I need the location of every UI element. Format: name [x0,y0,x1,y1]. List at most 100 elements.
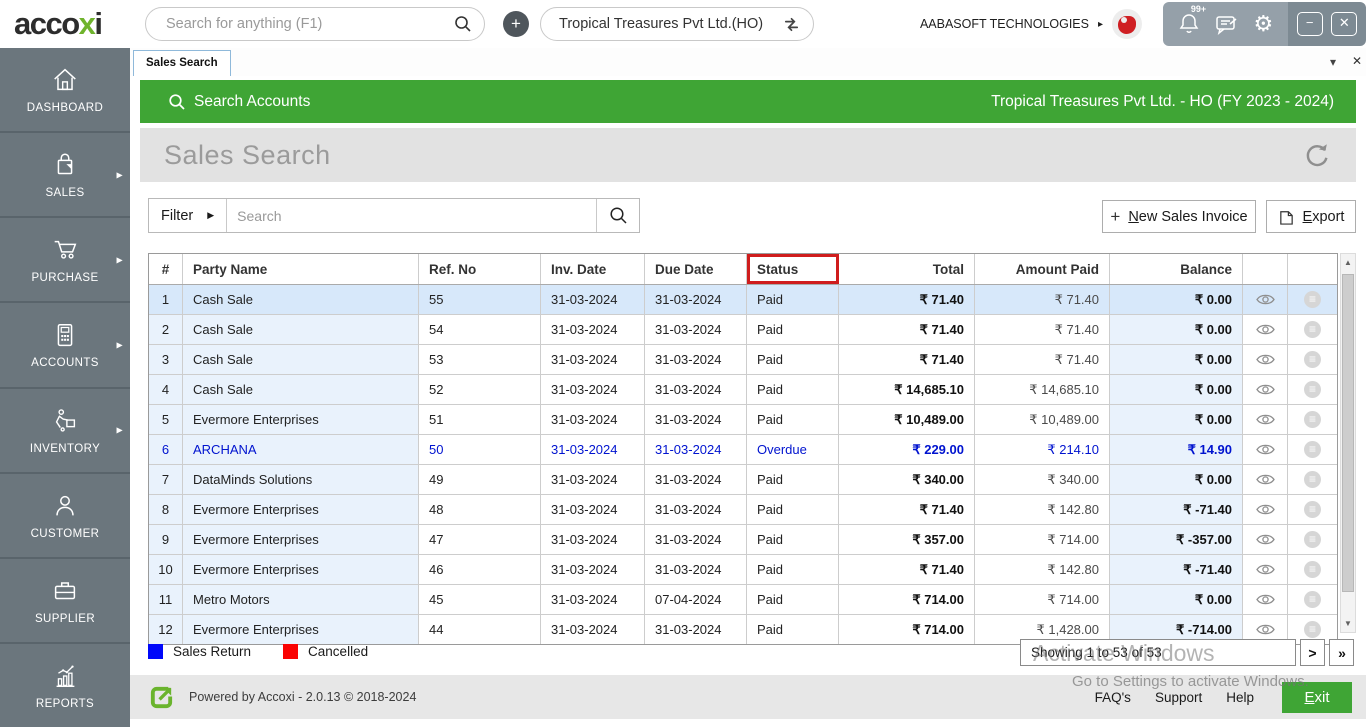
scrollbar-thumb[interactable] [1342,274,1354,592]
view-invoice-icon[interactable] [1256,443,1275,456]
view-invoice-icon[interactable] [1256,473,1275,486]
sidebar-item-inventory[interactable]: INVENTORY ▶ [0,389,130,474]
sidebar-item-dashboard[interactable]: DASHBOARD [0,48,130,133]
help-link[interactable]: Help [1226,690,1254,705]
table-vertical-scrollbar[interactable]: ▲ ▼ [1340,253,1356,633]
new-sales-invoice-button[interactable]: + New Sales Invoice [1102,200,1256,233]
sidebar-item-label: CUSTOMER [31,528,100,540]
notifications-button[interactable]: 99+ [1178,12,1200,36]
view-invoice-icon[interactable] [1256,293,1275,306]
scroll-up-icon[interactable]: ▲ [1341,254,1355,271]
filter-label[interactable]: Filter [149,208,207,224]
close-button[interactable]: ✕ [1331,12,1357,36]
view-invoice-icon[interactable] [1256,413,1275,426]
column-header-status-highlighted[interactable]: Status [747,254,839,284]
view-invoice-icon[interactable] [1256,503,1275,516]
table-row[interactable]: 7 DataMinds Solutions 49 31-03-2024 31-0… [149,465,1337,495]
row-menu-icon[interactable]: ≡ [1304,471,1321,488]
table-search-input[interactable] [227,208,596,224]
table-row[interactable]: 2 Cash Sale 54 31-03-2024 31-03-2024 Pai… [149,315,1337,345]
scroll-down-icon[interactable]: ▼ [1341,615,1355,632]
chart-icon [48,661,82,691]
column-header-due-date[interactable]: Due Date [645,254,747,284]
sidebar-item-purchase[interactable]: PURCHASE ▶ [0,218,130,303]
view-invoice-icon[interactable] [1256,533,1275,546]
switch-company-icon[interactable] [782,15,801,34]
quick-add-button[interactable]: + [503,11,529,37]
export-button[interactable]: Export [1266,200,1356,233]
row-menu-icon[interactable]: ≡ [1304,321,1321,338]
row-menu-icon[interactable]: ≡ [1304,591,1321,608]
faq-link[interactable]: FAQ's [1095,690,1131,705]
global-search-input[interactable] [164,15,454,33]
column-header-total[interactable]: Total [839,254,975,284]
cell-balance: ₹ 0.00 [1110,315,1243,344]
cell-party-name: Metro Motors [183,585,419,614]
cell-inv-date: 31-03-2024 [541,555,645,584]
table-row[interactable]: 4 Cash Sale 52 31-03-2024 31-03-2024 Pai… [149,375,1337,405]
tab-close-icon[interactable]: ✕ [1352,54,1362,68]
minimize-button[interactable]: − [1297,12,1323,36]
cell-party-name: Cash Sale [183,345,419,374]
company-selector[interactable]: Tropical Treasures Pvt Ltd.(HO) [540,7,814,41]
column-header-ref-no[interactable]: Ref. No [419,254,541,284]
exit-button[interactable]: Exit [1282,682,1352,713]
view-invoice-icon[interactable] [1256,323,1275,336]
sidebar-item-supplier[interactable]: SUPPLIER [0,559,130,644]
column-header-balance[interactable]: Balance [1110,254,1243,284]
row-menu-icon[interactable]: ≡ [1304,381,1321,398]
cell-status: Paid [747,345,839,374]
tab-sales-search[interactable]: Sales Search [133,50,231,76]
sidebar-item-reports[interactable]: REPORTS [0,644,130,727]
row-menu-icon[interactable]: ≡ [1304,621,1321,638]
account-menu[interactable]: AABASOFT TECHNOLOGIES ▸ [920,0,1142,48]
cell-status: Paid [747,285,839,314]
table-row[interactable]: 5 Evermore Enterprises 51 31-03-2024 31-… [149,405,1337,435]
cell-amount-paid: ₹ 714.00 [975,525,1110,554]
refresh-icon[interactable] [1302,140,1332,170]
column-header-amount-paid[interactable]: Amount Paid [975,254,1110,284]
search-icon[interactable] [454,15,472,33]
row-menu-icon[interactable]: ≡ [1304,531,1321,548]
avatar[interactable] [1112,9,1142,39]
table-row[interactable]: 11 Metro Motors 45 31-03-2024 07-04-2024… [149,585,1337,615]
cell-party-name: ARCHANA [183,435,419,464]
support-link[interactable]: Support [1155,690,1202,705]
sidebar-item-label: SUPPLIER [35,613,95,625]
next-page-button[interactable]: > [1300,639,1325,666]
table-row[interactable]: 3 Cash Sale 53 31-03-2024 31-03-2024 Pai… [149,345,1337,375]
table-row[interactable]: 9 Evermore Enterprises 47 31-03-2024 31-… [149,525,1337,555]
view-invoice-icon[interactable] [1256,623,1275,636]
table-row[interactable]: 8 Evermore Enterprises 48 31-03-2024 31-… [149,495,1337,525]
module-title[interactable]: Search Accounts [194,93,310,111]
view-invoice-icon[interactable] [1256,353,1275,366]
filter-arrow-icon[interactable]: ▶ [207,210,214,221]
cell-inv-date: 31-03-2024 [541,525,645,554]
row-menu-icon[interactable]: ≡ [1304,501,1321,518]
messages-button[interactable] [1215,13,1239,35]
table-row[interactable]: 10 Evermore Enterprises 46 31-03-2024 31… [149,555,1337,585]
view-invoice-icon[interactable] [1256,563,1275,576]
row-menu-icon[interactable]: ≡ [1304,561,1321,578]
row-menu-icon[interactable]: ≡ [1304,441,1321,458]
sidebar-item-sales[interactable]: SALES ▶ [0,133,130,218]
row-menu-icon[interactable]: ≡ [1304,411,1321,428]
filter-search-bar: Filter ▶ [148,198,640,233]
column-header-num[interactable]: # [149,254,183,284]
row-menu-icon[interactable]: ≡ [1304,351,1321,368]
table-search-button[interactable] [597,199,639,232]
column-header-inv-date[interactable]: Inv. Date [541,254,645,284]
sidebar-item-accounts[interactable]: ACCOUNTS ▶ [0,303,130,388]
tab-list-caret-icon[interactable]: ▾ [1330,55,1336,69]
settings-button[interactable]: ⚙ [1253,13,1273,35]
table-row[interactable]: 6 ARCHANA 50 31-03-2024 31-03-2024 Overd… [149,435,1337,465]
row-menu-icon[interactable]: ≡ [1304,291,1321,308]
sales-return-swatch [148,644,163,659]
global-search[interactable] [145,7,485,41]
view-invoice-icon[interactable] [1256,383,1275,396]
sidebar-item-customer[interactable]: CUSTOMER [0,474,130,559]
column-header-party-name[interactable]: Party Name [183,254,419,284]
view-invoice-icon[interactable] [1256,593,1275,606]
last-page-button[interactable]: » [1329,639,1354,666]
table-row[interactable]: 1 Cash Sale 55 31-03-2024 31-03-2024 Pai… [149,285,1337,315]
